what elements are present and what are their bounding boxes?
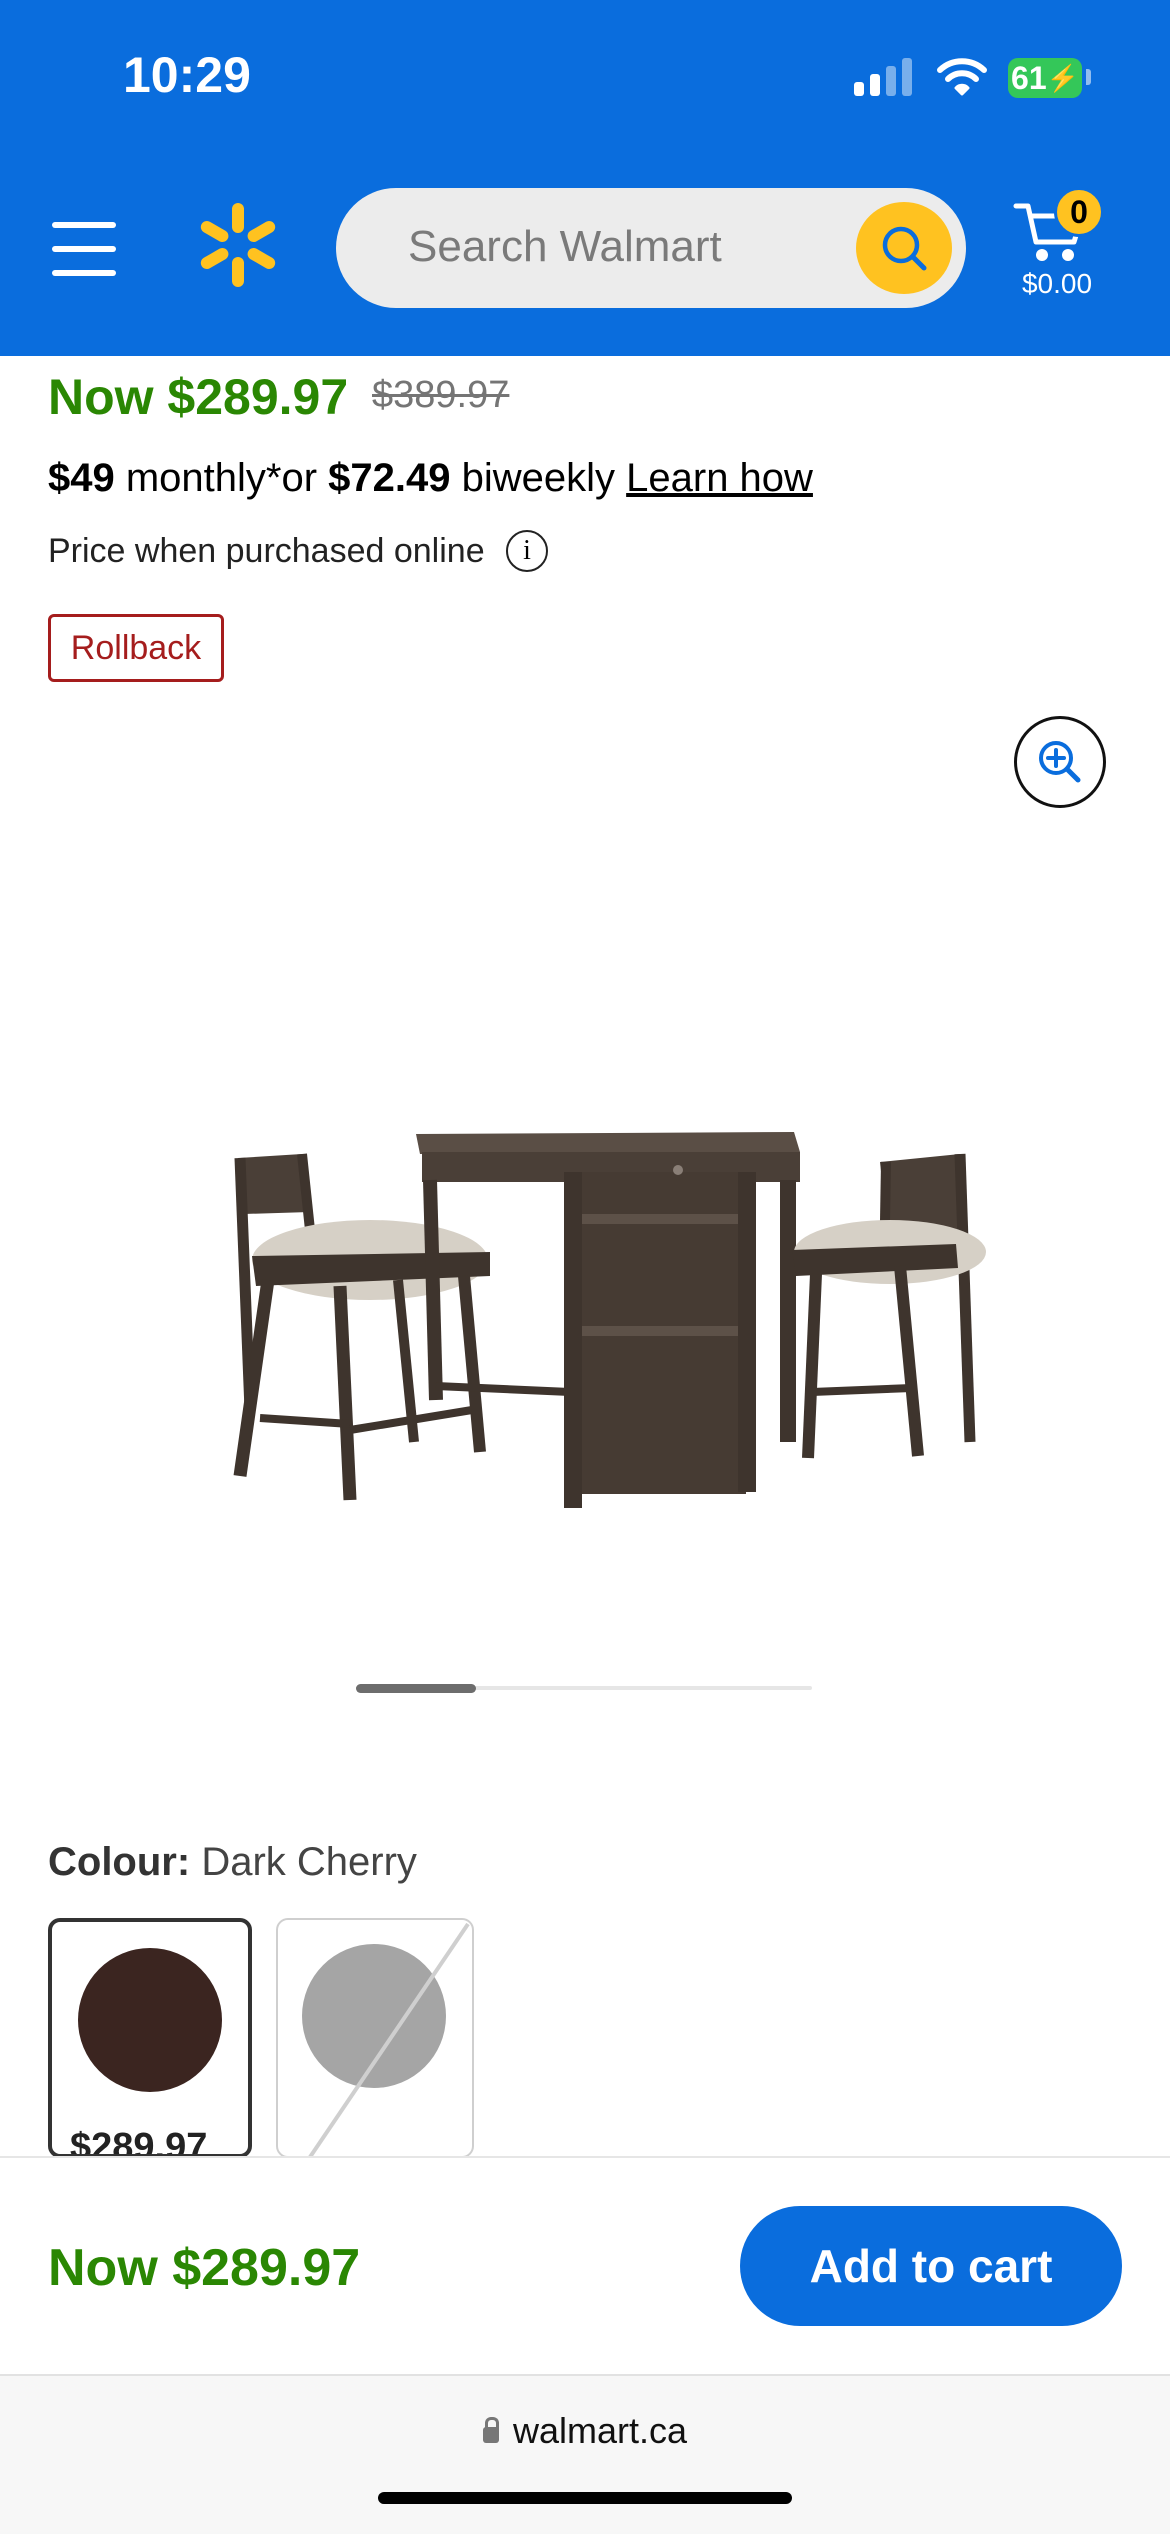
right-chair [792, 1153, 986, 1459]
browser-address-bar[interactable] [0, 2374, 1170, 2534]
lock-icon [482, 2417, 499, 2445]
wifi-icon [937, 58, 987, 96]
signal-icon [854, 58, 914, 96]
image-carousel-indicator [356, 1684, 476, 1693]
colour-label-key: Colour: [48, 1840, 191, 1884]
biweekly-text: biweekly [450, 456, 627, 500]
info-icon[interactable]: i [506, 530, 548, 572]
online-price-note: Price when purchased online [48, 532, 485, 570]
sticky-price: Now $289.97 [48, 2239, 361, 2297]
product-image[interactable] [200, 1080, 1000, 1530]
search-button[interactable] [856, 202, 952, 294]
cart-total: $0.00 [1021, 268, 1093, 299]
menu-button[interactable] [52, 222, 116, 276]
add-to-cart-button[interactable]: Add to cart [740, 2206, 1122, 2326]
colour-selected-value: Dark Cherry [201, 1840, 417, 1884]
zoom-button[interactable] [1014, 716, 1106, 808]
monthly-amount: $49 [48, 456, 115, 500]
swatch-price: $289.97 [70, 2126, 208, 2158]
status-time: 10:29 [123, 47, 251, 103]
walmart-spark-logo[interactable] [196, 200, 280, 290]
monthly-text: monthly*or [114, 456, 329, 500]
battery-level: 61 [1011, 59, 1047, 96]
home-indicator[interactable] [378, 2492, 792, 2504]
url-text: walmart.ca [512, 2410, 688, 2451]
charging-bolt-icon: ⚡ [1046, 62, 1079, 93]
battery-nub [1086, 69, 1091, 85]
current-price: Now $289.97 [48, 369, 349, 425]
search-bar[interactable]: Search Walmart [336, 188, 966, 308]
colour-swatch-grey-unavailable[interactable] [276, 1918, 474, 2158]
search-icon [882, 226, 927, 271]
info-glyph: i [523, 535, 531, 566]
rollback-badge: Rollback [48, 614, 224, 682]
battery-indicator: 61 ⚡ [1008, 58, 1082, 98]
learn-how-link[interactable]: Learn how [626, 456, 813, 500]
was-price: $389.97 [372, 374, 510, 416]
biweekly-amount: $72.49 [328, 456, 451, 500]
unavailable-strike [308, 1922, 470, 2156]
colour-swatch-dark-cherry[interactable]: $289.97 [48, 1918, 252, 2158]
url-display[interactable]: walmart.ca [0, 2410, 1170, 2452]
left-chair [233, 1153, 490, 1501]
dark-cherry-swatch-circle [78, 1948, 222, 2092]
cart-count-badge: 0 [1054, 187, 1104, 237]
search-input[interactable]: Search Walmart [408, 222, 722, 272]
colour-label: Colour: Dark Cherry [48, 1840, 417, 1885]
zoom-in-icon [1039, 741, 1081, 783]
financing-line: $49 monthly*or $72.49 biweekly Learn how [48, 456, 813, 501]
